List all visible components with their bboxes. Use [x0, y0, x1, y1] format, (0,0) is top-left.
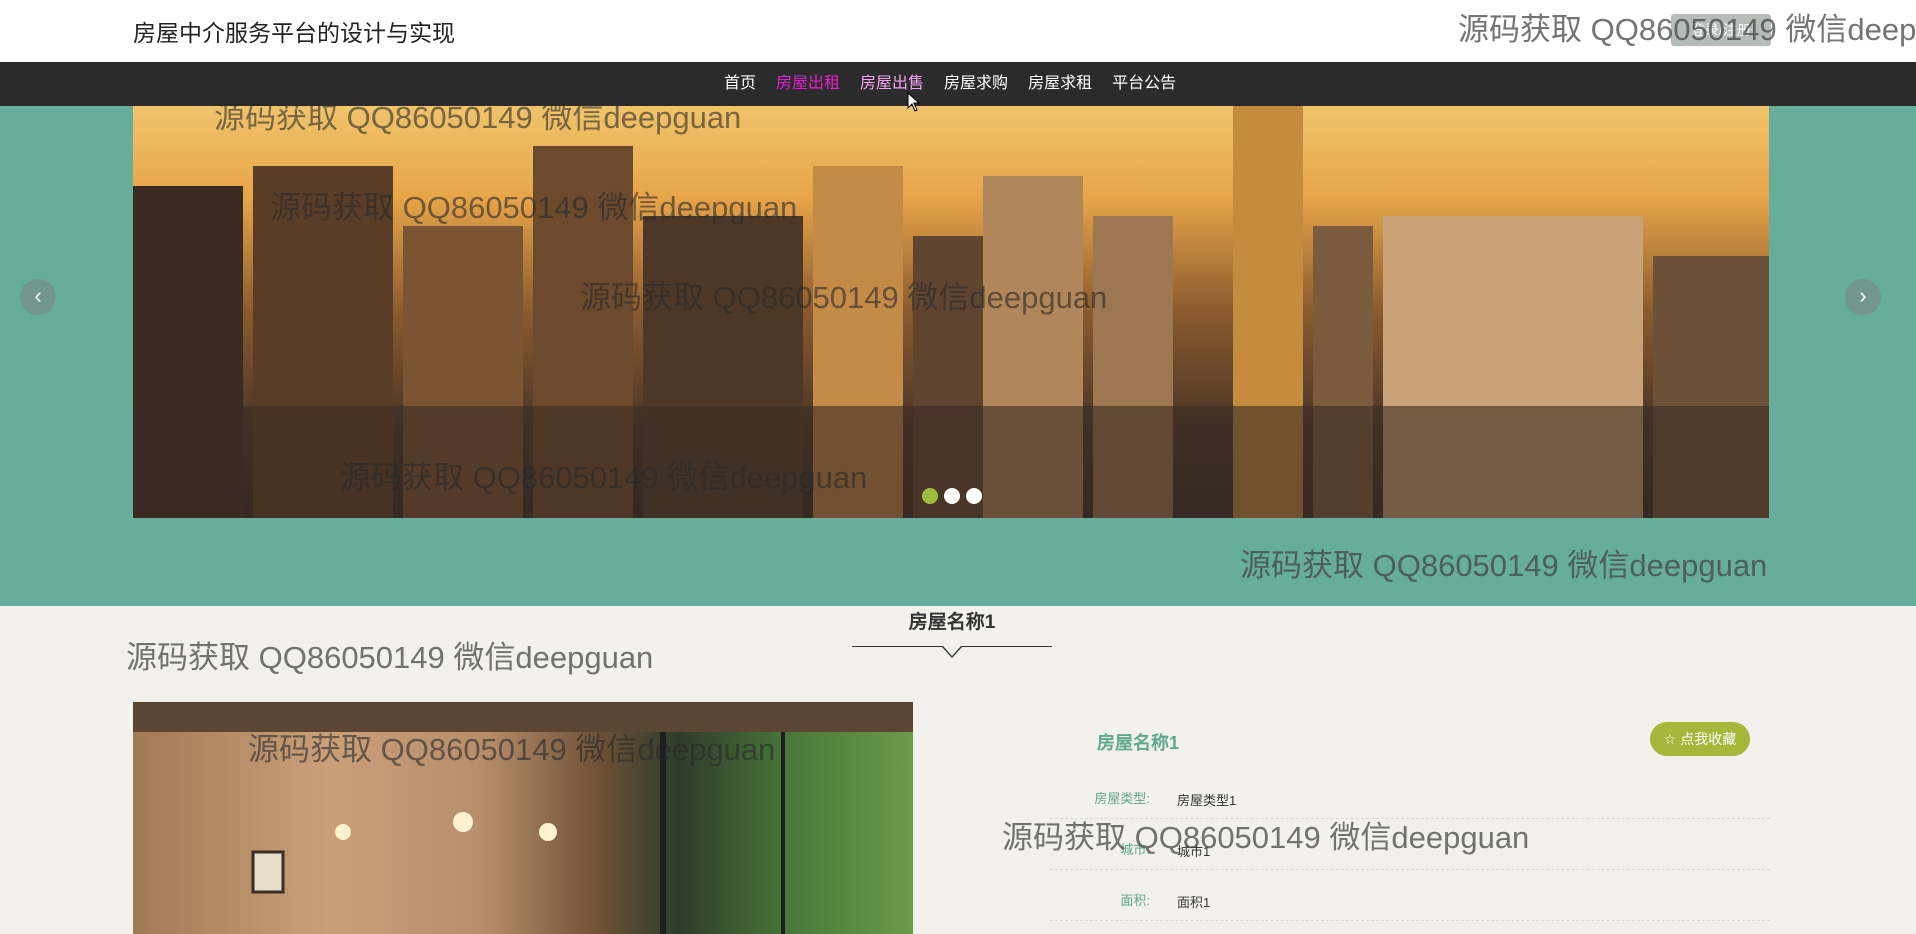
watermark: 源码获取 QQ86050149 微信deepguan	[126, 640, 654, 675]
field-value: 面积1	[1177, 895, 1211, 910]
nav-item-home[interactable]: 首页	[714, 62, 766, 106]
nav-item-for-sale[interactable]: 房屋出售	[850, 62, 934, 106]
mouse-cursor-icon	[907, 92, 921, 112]
detail-row: 面积: 面积1	[1050, 870, 1770, 921]
detail-row: 城市: 城市1	[1050, 819, 1770, 870]
nav-item-want-rent[interactable]: 房屋求租	[1018, 62, 1102, 106]
field-label: 面积:	[1120, 893, 1150, 908]
carousel-dot[interactable]	[922, 488, 938, 504]
nav-item-rent-out[interactable]: 房屋出租	[766, 62, 850, 106]
house-image	[133, 702, 913, 934]
top-header: 房屋中介服务平台的设计与实现 登录/注册	[0, 0, 1916, 62]
field-label: 城市:	[1120, 842, 1150, 857]
login-register-button[interactable]: 登录/注册	[1671, 14, 1771, 46]
detail-row: 房屋类型: 房屋类型1	[1050, 768, 1770, 819]
field-value: 城市1	[1177, 844, 1211, 859]
carousel-indicators	[922, 488, 982, 504]
section-title: 房屋名称1	[908, 612, 996, 633]
favorite-button[interactable]: ☆ 点我收藏	[1650, 722, 1750, 756]
hero-wave	[0, 500, 1916, 596]
room-photo	[133, 702, 913, 934]
nav-item-announcements[interactable]: 平台公告	[1102, 62, 1186, 106]
main-nav: 首页 房屋出租 房屋出售 房屋求购 房屋求租 平台公告	[714, 62, 1186, 106]
nav-bar: 首页 房屋出租 房屋出售 房屋求购 房屋求租 平台公告	[0, 62, 1916, 109]
house-name: 房屋名称1	[1097, 733, 1180, 753]
field-value: 房屋类型1	[1177, 793, 1237, 808]
carousel-next-button[interactable]: ›	[1845, 279, 1881, 315]
field-label: 房屋类型:	[1094, 791, 1150, 806]
carousel-dot[interactable]	[944, 488, 960, 504]
carousel-dot[interactable]	[966, 488, 982, 504]
city-skyline	[133, 106, 1769, 518]
nav-item-want-buy[interactable]: 房屋求购	[934, 62, 1018, 106]
site-title: 房屋中介服务平台的设计与实现	[133, 20, 455, 46]
carousel-prev-button[interactable]: ‹	[20, 279, 56, 315]
banner-image	[133, 106, 1769, 518]
